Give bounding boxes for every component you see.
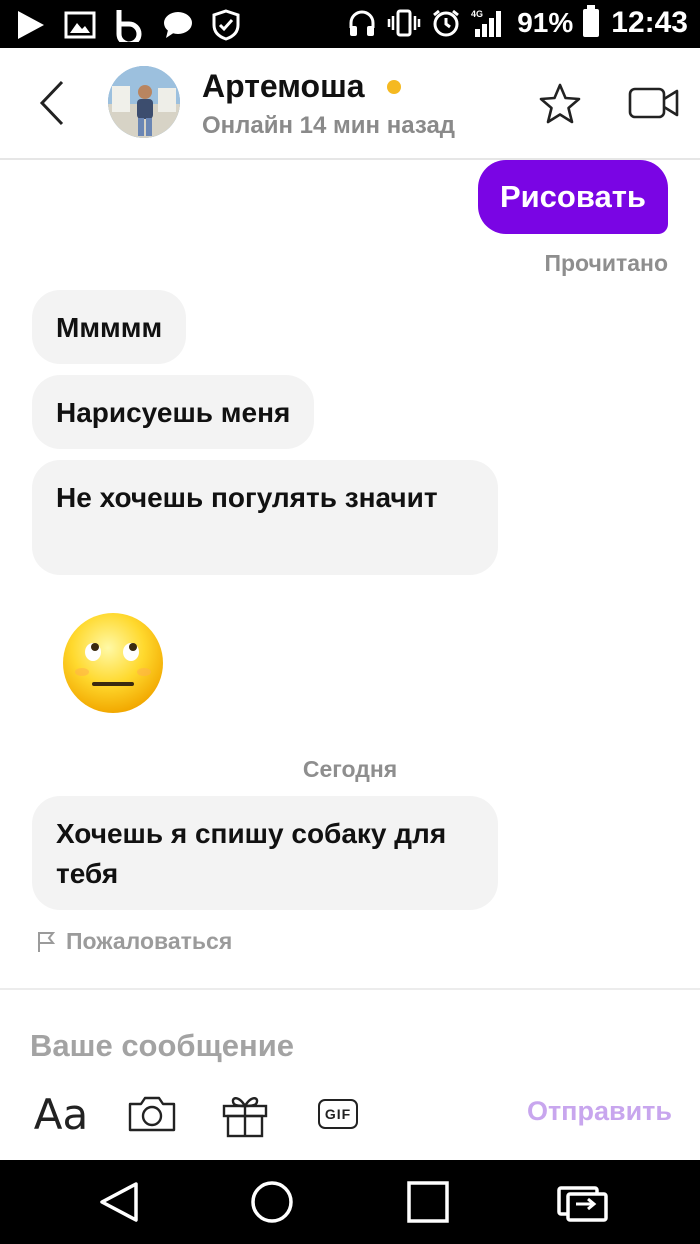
neutral-face-emoji-icon[interactable] bbox=[60, 610, 166, 716]
clock: 12:43 bbox=[611, 6, 688, 39]
message-input[interactable] bbox=[28, 1020, 672, 1072]
read-receipt: Прочитано bbox=[544, 250, 668, 276]
send-button[interactable]: Отправить bbox=[527, 1096, 672, 1127]
report-link[interactable]: Пожаловаться bbox=[36, 928, 232, 955]
camera-icon[interactable] bbox=[126, 1086, 178, 1142]
battery-icon bbox=[583, 5, 600, 37]
shield-check-icon bbox=[212, 9, 240, 41]
home-circle-icon[interactable] bbox=[248, 1178, 296, 1226]
system-navigation-bar bbox=[0, 1160, 700, 1244]
avatar[interactable] bbox=[108, 66, 180, 138]
last-seen-status: Онлайн 14 мин назад bbox=[202, 112, 456, 139]
incoming-message[interactable]: Ммммм bbox=[32, 290, 187, 364]
contact-name[interactable]: Артемоша bbox=[202, 68, 365, 105]
gif-button[interactable]: GIF bbox=[316, 1086, 360, 1142]
badoo-icon bbox=[116, 10, 142, 42]
video-call-icon[interactable] bbox=[628, 86, 680, 120]
battery-percent: 91% bbox=[517, 7, 574, 38]
chat-notification-icon bbox=[164, 12, 192, 38]
signal-icon: 4G bbox=[471, 9, 502, 37]
svg-text:4G: 4G bbox=[471, 9, 483, 19]
status-bar: 4G 91% 12:43 bbox=[0, 0, 700, 48]
date-separator: Сегодня bbox=[302, 756, 398, 782]
gif-label: GIF bbox=[318, 1099, 358, 1129]
report-label: Пожаловаться bbox=[66, 928, 233, 954]
composer-divider bbox=[0, 988, 700, 990]
headphones-icon bbox=[349, 10, 375, 36]
incoming-message[interactable]: Хочешь я спишу собаку для тебя bbox=[32, 796, 498, 910]
vibrate-icon bbox=[387, 9, 421, 37]
flag-icon bbox=[38, 931, 56, 952]
outgoing-message[interactable]: Рисовать bbox=[477, 160, 668, 234]
switch-window-icon[interactable] bbox=[556, 1178, 608, 1226]
alarm-icon bbox=[433, 9, 460, 37]
favorite-star-icon[interactable] bbox=[538, 82, 582, 126]
back-arrow-icon[interactable] bbox=[36, 78, 66, 128]
chat-header: Артемоша Онлайн 14 мин назад bbox=[0, 48, 700, 160]
gallery-notification-icon bbox=[64, 11, 96, 39]
incoming-message[interactable]: Нарисуешь меня bbox=[32, 375, 315, 449]
incoming-message[interactable]: Не хочешь погулять значит bbox=[32, 460, 498, 575]
back-triangle-icon[interactable] bbox=[96, 1178, 144, 1226]
gift-icon[interactable] bbox=[220, 1086, 270, 1142]
online-indicator bbox=[386, 79, 401, 94]
recent-apps-icon[interactable] bbox=[404, 1178, 452, 1226]
text-style-button[interactable]: Aa bbox=[34, 1086, 88, 1142]
play-store-icon bbox=[18, 11, 44, 39]
